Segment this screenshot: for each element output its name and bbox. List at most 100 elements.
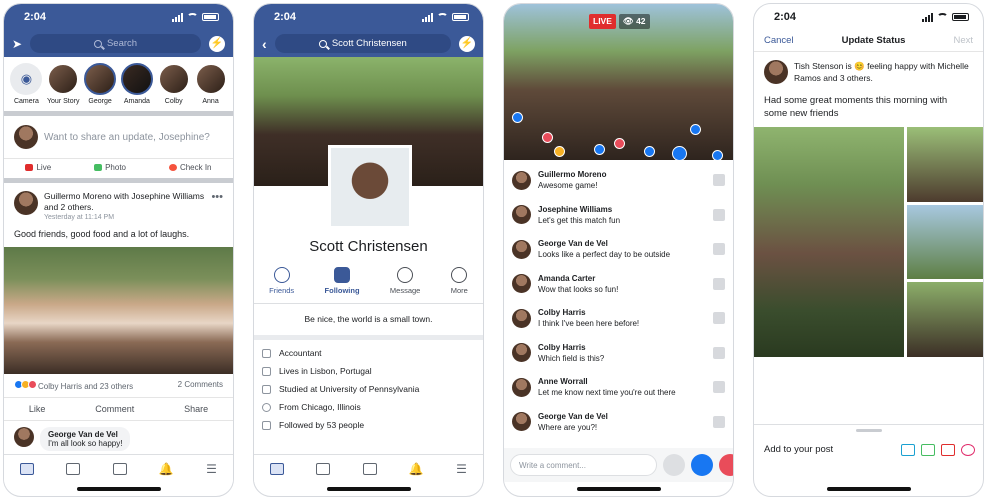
more-icon[interactable] [663,454,685,476]
add-to-post-bar[interactable]: Add to your post [754,424,983,474]
video-icon[interactable] [941,443,955,456]
info-followers[interactable]: Followed by 53 people [262,416,475,434]
drag-handle[interactable] [855,429,882,432]
comment-button[interactable]: Comment [95,404,134,414]
following-button[interactable]: Following [325,267,360,295]
menu-icon[interactable]: ☰ [206,462,217,476]
photo-main[interactable] [754,127,904,357]
like-icon[interactable] [713,208,725,221]
marketplace-icon[interactable] [112,462,127,475]
stories-row: ◉ Camera Your Story George Amanda Colby A… [4,57,233,105]
comment-input[interactable]: Write a comment... [510,454,657,476]
top-bar: 2:04 ‹ Scott Christensen ⚡ [254,4,483,57]
live-comment: George Van de Vel Where are you?! [504,405,733,440]
update-status-nav: Cancel Update Status Next [754,30,983,52]
like-icon[interactable] [713,415,725,428]
news-feed-icon[interactable] [20,462,35,475]
next-button[interactable]: Next [953,35,973,46]
bell-icon[interactable]: 🔔 [409,462,424,476]
search-icon [93,39,102,48]
camera-icon[interactable] [901,443,915,456]
like-icon[interactable] [713,174,725,187]
reply-name[interactable]: George Van de Vel [48,430,122,439]
photo-thumb[interactable] [907,204,983,280]
story-amanda[interactable]: Amanda [120,63,153,105]
search-input[interactable]: Scott Christensen [274,34,451,53]
like-icon[interactable] [713,381,725,394]
avatar [14,427,34,447]
live-icon [25,164,34,171]
live-badge: LIVE 👁 42 [589,14,650,29]
wifi-icon [437,13,448,21]
more-icon[interactable]: ••• [211,191,223,221]
like-icon[interactable] [713,312,725,325]
comment-bar: Write a comment... [504,448,733,482]
love-button-icon[interactable] [719,454,733,476]
message-button[interactable]: Message [390,267,420,295]
share-button[interactable]: Share [184,404,208,414]
photo-thumb[interactable] [907,127,983,202]
avatar[interactable] [512,170,531,190]
avatar[interactable] [512,308,531,328]
checkin-button[interactable]: Check In [168,163,212,172]
avatar[interactable] [512,205,531,225]
live-video[interactable]: LIVE 👁 42 [504,4,733,161]
photo-icon[interactable] [921,443,935,456]
photo-thumb[interactable] [907,282,983,358]
pin-icon[interactable] [961,443,975,456]
search-placeholder: Search [106,38,138,49]
like-icon[interactable] [713,243,725,256]
story-anna[interactable]: Anna [194,63,227,105]
story-camera[interactable]: ◉ Camera [10,63,43,105]
like-icon[interactable] [713,346,725,359]
avatar[interactable] [512,239,531,259]
photo-button[interactable]: Photo [94,163,126,172]
status-bar: 2:04 [4,4,233,30]
marketplace-icon[interactable] [362,462,377,475]
profile-picture[interactable] [328,145,412,229]
post-photo[interactable] [4,247,233,374]
page-title: Update Status [841,35,906,46]
status-text[interactable]: Had some great moments this morning with… [754,88,983,127]
live-button[interactable]: Live [25,163,51,172]
messenger-icon[interactable]: ⚡ [209,35,225,52]
post-author[interactable]: Guillermo Moreno with Josephine Williams… [44,191,205,213]
avatar[interactable] [512,377,531,397]
more-button[interactable]: More [451,267,468,295]
like-reaction-icon [594,144,605,155]
send-icon[interactable]: ➤ [12,37,22,51]
profile-info: Accountant Lives in Lisbon, Portugal Stu… [254,340,483,438]
avatar[interactable] [512,274,531,294]
more-icon [451,267,468,283]
add-to-post-label: Add to your post [764,444,834,455]
watch-icon[interactable] [316,462,331,475]
friends-button[interactable]: Friends [269,267,294,295]
reply-row: George Van de Vel I'm all look so happy! [4,421,233,457]
back-icon[interactable]: ‹ [262,36,267,52]
story-george[interactable]: George [84,63,117,105]
story-yours[interactable]: Your Story [47,63,80,105]
photo-grid [754,127,983,358]
live-comment: Anne Worrall Let me know next time you're… [504,370,733,405]
avatar[interactable] [14,191,38,215]
bell-icon[interactable]: 🔔 [159,462,174,476]
watch-icon[interactable] [66,462,81,475]
avatar[interactable] [512,343,531,363]
reaction-summary[interactable]: Colby Harris and 23 others 2 Comments [4,374,233,397]
news-feed-icon[interactable] [270,462,285,475]
composer[interactable]: Want to share an update, Josephine? [4,116,233,158]
post-header: Guillermo Moreno with Josephine Williams… [4,183,233,225]
menu-icon[interactable]: ☰ [456,462,467,476]
messenger-icon[interactable]: ⚡ [459,35,475,52]
avatar[interactable] [512,412,531,432]
story-colby[interactable]: Colby [157,63,190,105]
search-input[interactable]: Search [30,34,201,53]
like-button-icon[interactable] [691,454,713,476]
like-icon[interactable] [713,277,725,290]
cover-photo[interactable] [254,57,483,229]
comments-count[interactable]: 2 Comments [178,380,223,391]
story-label: Colby [164,98,183,105]
profile-actions: Friends Following Message More [254,267,483,304]
like-button[interactable]: Like [29,404,46,414]
cancel-button[interactable]: Cancel [764,35,794,46]
